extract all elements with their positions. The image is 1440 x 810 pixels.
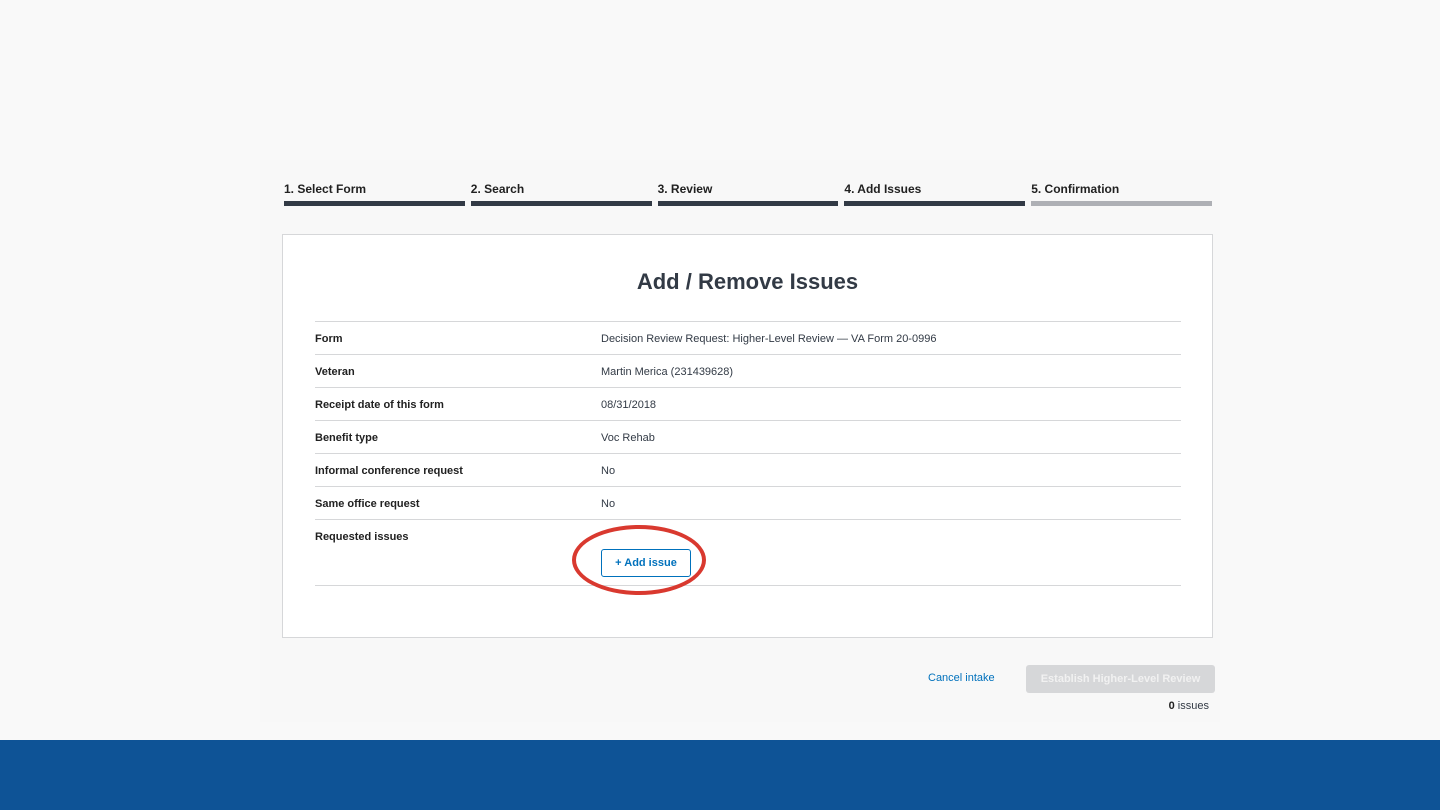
progress-step-bar (1031, 201, 1212, 206)
progress-step-confirmation: 5. Confirmation (1031, 181, 1212, 207)
table-row-receipt-date: Receipt date of this form 08/31/2018 (315, 388, 1181, 421)
progress-step-bar (657, 201, 839, 206)
cancel-intake-link[interactable]: Cancel intake (928, 672, 995, 684)
progress-step-add-issues: 4. Add Issues (844, 181, 1026, 207)
page-footer (0, 740, 1440, 810)
table-row-veteran: Veteran Martin Merica (231439628) (315, 355, 1181, 388)
progress-step-search: 2. Search (470, 181, 652, 207)
establish-review-button[interactable]: Establish Higher-Level Review (1026, 665, 1215, 693)
row-value: No (601, 465, 616, 477)
progress-step-bar (284, 201, 465, 206)
add-issue-button[interactable]: + Add issue (601, 549, 691, 577)
progress-step-label: 2. Search (470, 182, 525, 196)
progress-step-label: 5. Confirmation (1031, 182, 1120, 196)
progress-step-bar (470, 201, 652, 206)
row-label: Requested issues (315, 531, 409, 543)
issues-card: Add / Remove Issues Form Decision Review… (282, 234, 1213, 638)
row-label: Form (315, 333, 343, 345)
progress-step-label: 3. Review (657, 182, 713, 196)
row-value: No (601, 498, 616, 510)
progress-step-label: 1. Select Form (284, 182, 367, 196)
table-row-requested-issues: Requested issues + Add issue (315, 520, 1181, 586)
table-row-informal-conference: Informal conference request No (315, 454, 1181, 487)
row-label: Benefit type (315, 432, 378, 444)
row-value: Decision Review Request: Higher-Level Re… (601, 333, 937, 345)
details-table: Form Decision Review Request: Higher-Lev… (315, 321, 1181, 586)
table-row-form: Form Decision Review Request: Higher-Lev… (315, 322, 1181, 355)
progress-step-label: 4. Add Issues (844, 182, 922, 196)
row-label: Veteran (315, 366, 355, 378)
row-label: Receipt date of this form (315, 399, 444, 411)
issue-count: 0 issues (1169, 700, 1209, 712)
row-label: Informal conference request (315, 465, 463, 477)
row-value: Martin Merica (231439628) (601, 366, 734, 378)
page-title: Add / Remove Issues (636, 269, 859, 294)
table-row-same-office: Same office request No (315, 487, 1181, 520)
progress-step-select-form: 1. Select Form (284, 181, 465, 207)
row-value: 08/31/2018 (601, 399, 657, 411)
row-value: Voc Rehab (601, 432, 655, 444)
progress-bar: 1. Select Form 2. Search 3. Review 4. Ad… (284, 181, 1212, 207)
row-label: Same office request (315, 498, 420, 510)
issue-count-suffix: issues (1174, 700, 1209, 712)
table-row-benefit-type: Benefit type Voc Rehab (315, 421, 1181, 454)
progress-step-bar (844, 201, 1026, 206)
progress-step-review: 3. Review (657, 181, 839, 207)
